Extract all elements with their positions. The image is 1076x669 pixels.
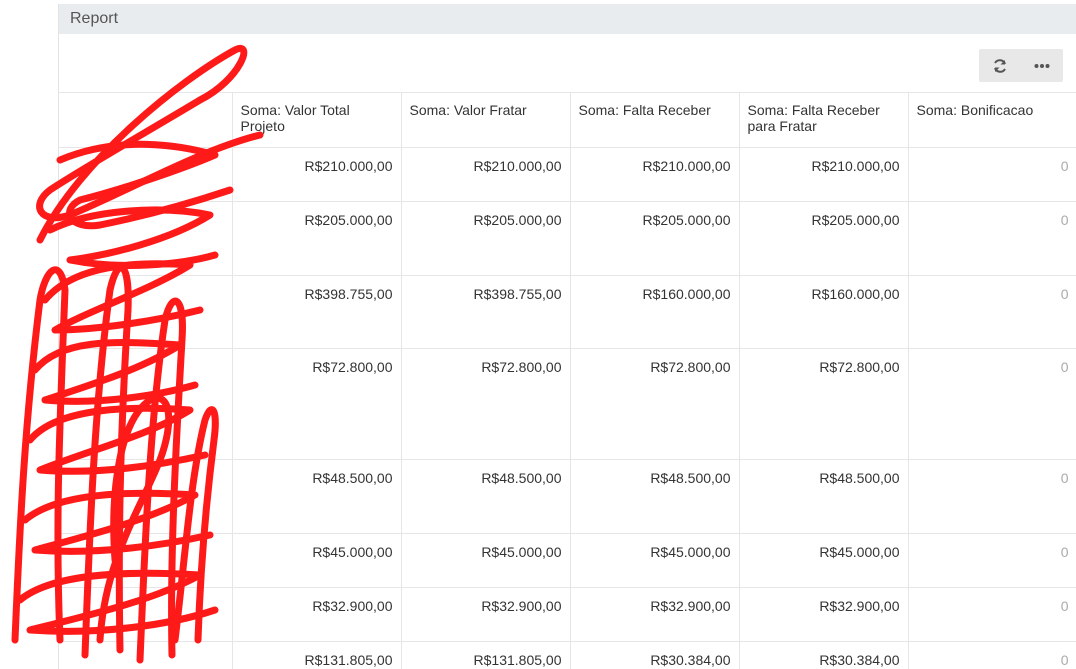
table-cell: R$48.500,00	[570, 459, 740, 534]
table-cell: R$210.000,00	[232, 147, 402, 202]
table-cell: R$210.000,00	[401, 147, 571, 202]
table-cell: R$32.900,00	[232, 587, 402, 642]
panel-header: Report	[59, 4, 1076, 34]
table-cell: R$398.755,00	[232, 275, 402, 349]
table-cell: R$45.000,00	[570, 533, 740, 588]
table-row: R$398.755,00 R$398.755,00 R$160.000,00 R…	[59, 275, 1076, 349]
row-name-link[interactable]	[59, 348, 233, 460]
table-cell: R$160.000,00	[739, 275, 909, 349]
table-cell: R$210.000,00	[570, 147, 740, 202]
row-name-link[interactable]	[59, 201, 233, 276]
column-header[interactable]: Soma: Bonificacao	[908, 92, 1076, 148]
table-row: R$48.500,00 R$48.500,00 R$48.500,00 R$48…	[59, 459, 1076, 534]
more-options-button[interactable]	[1021, 49, 1063, 82]
table-cell: R$210.000,00	[739, 147, 909, 202]
table-cell: R$32.900,00	[401, 587, 571, 642]
table-row: R$210.000,00 R$210.000,00 R$210.000,00 R…	[59, 147, 1076, 202]
table-row: R$131.805,00 R$131.805,00 R$30.384,00 R$…	[59, 641, 1076, 669]
row-name-link[interactable]	[59, 587, 233, 642]
table-cell: R$205.000,00	[401, 201, 571, 276]
table-cell: R$72.800,00	[401, 348, 571, 460]
row-name-link[interactable]	[59, 641, 233, 669]
table-cell: 0	[908, 275, 1076, 349]
column-header[interactable]	[59, 92, 233, 148]
table-cell: 0	[908, 641, 1076, 669]
table-cell: R$205.000,00	[570, 201, 740, 276]
table-cell: R$48.500,00	[739, 459, 909, 534]
table-cell: 0	[908, 533, 1076, 588]
panel-title: Report	[70, 10, 119, 27]
table-cell: R$205.000,00	[739, 201, 909, 276]
column-header[interactable]: Soma: Valor Fratar	[401, 92, 571, 148]
table-cell: 0	[908, 147, 1076, 202]
table-cell: R$131.805,00	[232, 641, 402, 669]
table-cell: R$48.500,00	[401, 459, 571, 534]
refresh-button[interactable]	[979, 49, 1021, 82]
report-toolbar	[979, 49, 1063, 82]
table-cell: R$48.500,00	[232, 459, 402, 534]
table-cell: R$160.000,00	[570, 275, 740, 349]
table-cell: R$131.805,00	[401, 641, 571, 669]
more-icon	[1034, 63, 1050, 68]
column-header[interactable]: Soma: Valor Total Projeto	[232, 92, 402, 148]
table-row: R$45.000,00 R$45.000,00 R$45.000,00 R$45…	[59, 533, 1076, 588]
table-cell: 0	[908, 201, 1076, 276]
row-name-link[interactable]	[59, 459, 233, 534]
table-cell: R$205.000,00	[232, 201, 402, 276]
table-cell: R$398.755,00	[401, 275, 571, 349]
column-header[interactable]: Soma: Falta Receber	[570, 92, 740, 148]
report-table: Soma: Valor Total Projeto Soma: Valor Fr…	[59, 92, 1076, 669]
row-name-link[interactable]	[59, 533, 233, 588]
table-row: R$72.800,00 R$72.800,00 R$72.800,00 R$72…	[59, 348, 1076, 460]
row-name-link[interactable]	[59, 147, 233, 202]
table-cell: R$32.900,00	[570, 587, 740, 642]
refresh-icon	[994, 58, 1006, 73]
table-cell: 0	[908, 459, 1076, 534]
table-cell: 0	[908, 348, 1076, 460]
report-panel: Report Soma: Valor Total Projeto Soma: V…	[58, 4, 1076, 669]
row-name-link[interactable]	[59, 275, 233, 349]
table-cell: R$30.384,00	[570, 641, 740, 669]
table-cell: R$72.800,00	[232, 348, 402, 460]
table-cell: 0	[908, 587, 1076, 642]
table-row: R$205.000,00 R$205.000,00 R$205.000,00 R…	[59, 201, 1076, 276]
table-cell: R$72.800,00	[739, 348, 909, 460]
table-cell: R$45.000,00	[739, 533, 909, 588]
table-header-row: Soma: Valor Total Projeto Soma: Valor Fr…	[59, 92, 1076, 148]
column-header[interactable]: Soma: Falta Receber para Fratar	[739, 92, 909, 148]
table-cell: R$45.000,00	[401, 533, 571, 588]
table-cell: R$45.000,00	[232, 533, 402, 588]
table-cell: R$72.800,00	[570, 348, 740, 460]
table-row: R$32.900,00 R$32.900,00 R$32.900,00 R$32…	[59, 587, 1076, 642]
table-cell: R$32.900,00	[739, 587, 909, 642]
table-cell: R$30.384,00	[739, 641, 909, 669]
